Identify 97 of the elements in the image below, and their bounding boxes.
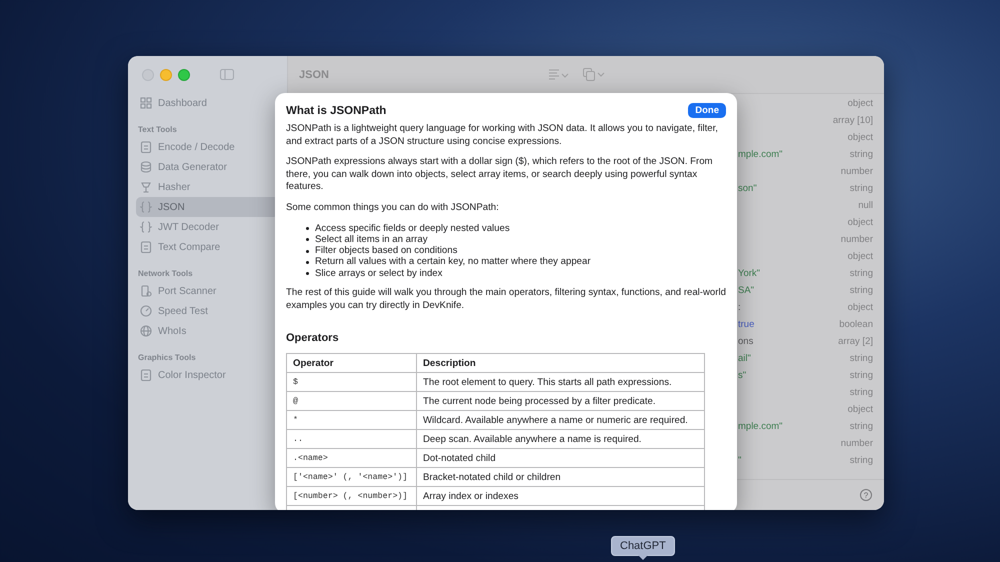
zoom-button[interactable] xyxy=(178,68,190,80)
paragraph: Some common things you can do with JSONPath: xyxy=(286,202,500,215)
copy-menu-icon[interactable] xyxy=(583,68,605,82)
bullet-icon xyxy=(306,250,309,253)
database-icon xyxy=(140,161,152,173)
bullet-icon xyxy=(306,238,309,242)
type-label: object xyxy=(848,404,873,415)
sidebar-item[interactable]: Color Inspector xyxy=(136,365,279,385)
type-label: string xyxy=(850,149,873,160)
paragraph: JSONPath is a lightweight query language for working with JSON data. It allows you to navigate, filter, and extract parts of a JSON structure using concise expressions. xyxy=(286,123,719,148)
list-item-text: Filter objects based on conditions xyxy=(315,245,458,256)
type-label: string xyxy=(850,353,873,364)
globe-icon xyxy=(140,325,152,337)
section-heading: Graphics Tools xyxy=(137,352,197,364)
table-cell: Array index or indexes xyxy=(416,486,704,506)
section-heading: Network Tools xyxy=(137,268,194,280)
done-button[interactable]: Done xyxy=(688,103,726,118)
sidebar-item[interactable]: Text Compare xyxy=(136,237,279,257)
table-cell: .<name> xyxy=(286,448,416,468)
table-cell: Wildcard. Available anywhere a name or numeric are required. xyxy=(416,410,704,430)
type-label: string xyxy=(850,285,873,296)
list-item-text: Slice arrays or select by index xyxy=(315,268,442,280)
minimize-button[interactable] xyxy=(160,68,172,80)
sidebar-item[interactable]: Data Generator xyxy=(136,157,279,177)
table-cell: Dot-notated child xyxy=(416,448,704,468)
sidebar-item[interactable]: Encode / Decode xyxy=(136,137,279,157)
table-cell: Bracket-notated child or children xyxy=(416,468,704,487)
table-cell: $ xyxy=(286,372,416,392)
type-label: string xyxy=(850,268,873,279)
type-label: object xyxy=(848,132,873,143)
paragraph: The rest of this guide will walk you through the main operators, filtering syntax, functions, and real-world examples you can try directly in DevKnife. xyxy=(286,287,726,312)
bullet-icon xyxy=(306,227,309,230)
sidebar-item[interactable]: Hasher xyxy=(136,177,279,197)
type-label: number xyxy=(840,438,873,449)
gauge-icon xyxy=(140,305,152,317)
type-label: boolean xyxy=(839,319,873,330)
table-cell: The current node being processed by a filter predicate. xyxy=(416,392,704,411)
list-item-text: Return all values with a certain key, no matter where they appear xyxy=(315,256,591,268)
tree-value: son" xyxy=(738,183,757,194)
align-menu-icon[interactable] xyxy=(549,68,569,82)
type-label: string xyxy=(850,183,873,194)
type-label: number xyxy=(840,234,873,245)
type-label: null xyxy=(858,200,873,211)
tree-value: SA" xyxy=(738,285,754,296)
type-label: object xyxy=(848,217,873,228)
sidebar-item[interactable]: Port Scanner xyxy=(136,281,279,301)
table-cell: * xyxy=(286,410,416,430)
tree-value: ail" xyxy=(738,353,751,364)
type-label: object xyxy=(848,302,873,313)
table-cell: [<number> (, <number>)] xyxy=(286,486,416,506)
sidebar-item[interactable]: Dashboard xyxy=(136,93,279,113)
type-label: string xyxy=(850,455,873,466)
grid-icon xyxy=(140,97,152,109)
bullet-icon xyxy=(306,260,309,264)
sidebar-item[interactable]: WhoIs xyxy=(136,321,279,341)
type-label: string xyxy=(850,421,873,432)
braces-icon xyxy=(140,221,152,233)
section-heading: Text Tools xyxy=(137,124,178,136)
document-icon xyxy=(140,369,152,381)
type-label: string xyxy=(850,370,873,381)
table-cell: ['<name>' (, '<name>')] xyxy=(286,468,416,487)
type-label: number xyxy=(840,166,873,177)
window-title: JSON xyxy=(299,68,330,80)
table-cell: Deep scan. Available anywhere a name is required. xyxy=(416,430,704,449)
tree-value: s" xyxy=(738,370,746,381)
column-header: Operator xyxy=(286,354,416,373)
braces-icon xyxy=(140,201,152,213)
type-label: string xyxy=(850,387,873,398)
sidebar-toggle-icon[interactable] xyxy=(220,69,234,80)
bullet-icon xyxy=(306,272,309,276)
list-item-text: Access specific fields or deeply nested values xyxy=(315,222,510,234)
tree-value: ons xyxy=(738,336,754,347)
table-cell: The root element to query. This starts all path expressions. xyxy=(416,372,704,392)
tree-value: " xyxy=(738,455,742,466)
document-icon xyxy=(140,141,152,153)
help-button[interactable]: ? xyxy=(860,489,872,501)
tree-value: York" xyxy=(738,268,760,279)
type-label: object xyxy=(848,98,873,109)
type-label: array [10] xyxy=(832,115,873,126)
device-icon xyxy=(140,285,152,297)
tree-value: mple.com" xyxy=(738,421,783,432)
table-cell: .. xyxy=(286,430,416,449)
close-button[interactable] xyxy=(142,68,154,80)
list-item-text: Select all items in an array xyxy=(315,234,428,246)
type-label: object xyxy=(848,251,873,262)
tree-value: true xyxy=(738,319,754,330)
document-icon xyxy=(140,241,152,253)
tree-value: mple.com" xyxy=(738,149,783,160)
paragraph: JSONPath expressions always start with a dollar sign ($), which refers to the root of the JSON. From there, you can walk down into objects, select array items, or search deeply using powerful syntax features. xyxy=(286,156,714,194)
sidebar-item[interactable]: JWT Decoder xyxy=(136,217,279,237)
tree-value: : xyxy=(738,302,741,313)
section-heading: Operators xyxy=(286,332,340,344)
table-cell: @ xyxy=(286,392,416,411)
type-label: array [2] xyxy=(838,336,873,347)
sheet-title: What is JSONPath xyxy=(286,104,386,116)
column-header: Description xyxy=(416,354,704,373)
sidebar-item[interactable]: Speed Test xyxy=(136,301,279,321)
